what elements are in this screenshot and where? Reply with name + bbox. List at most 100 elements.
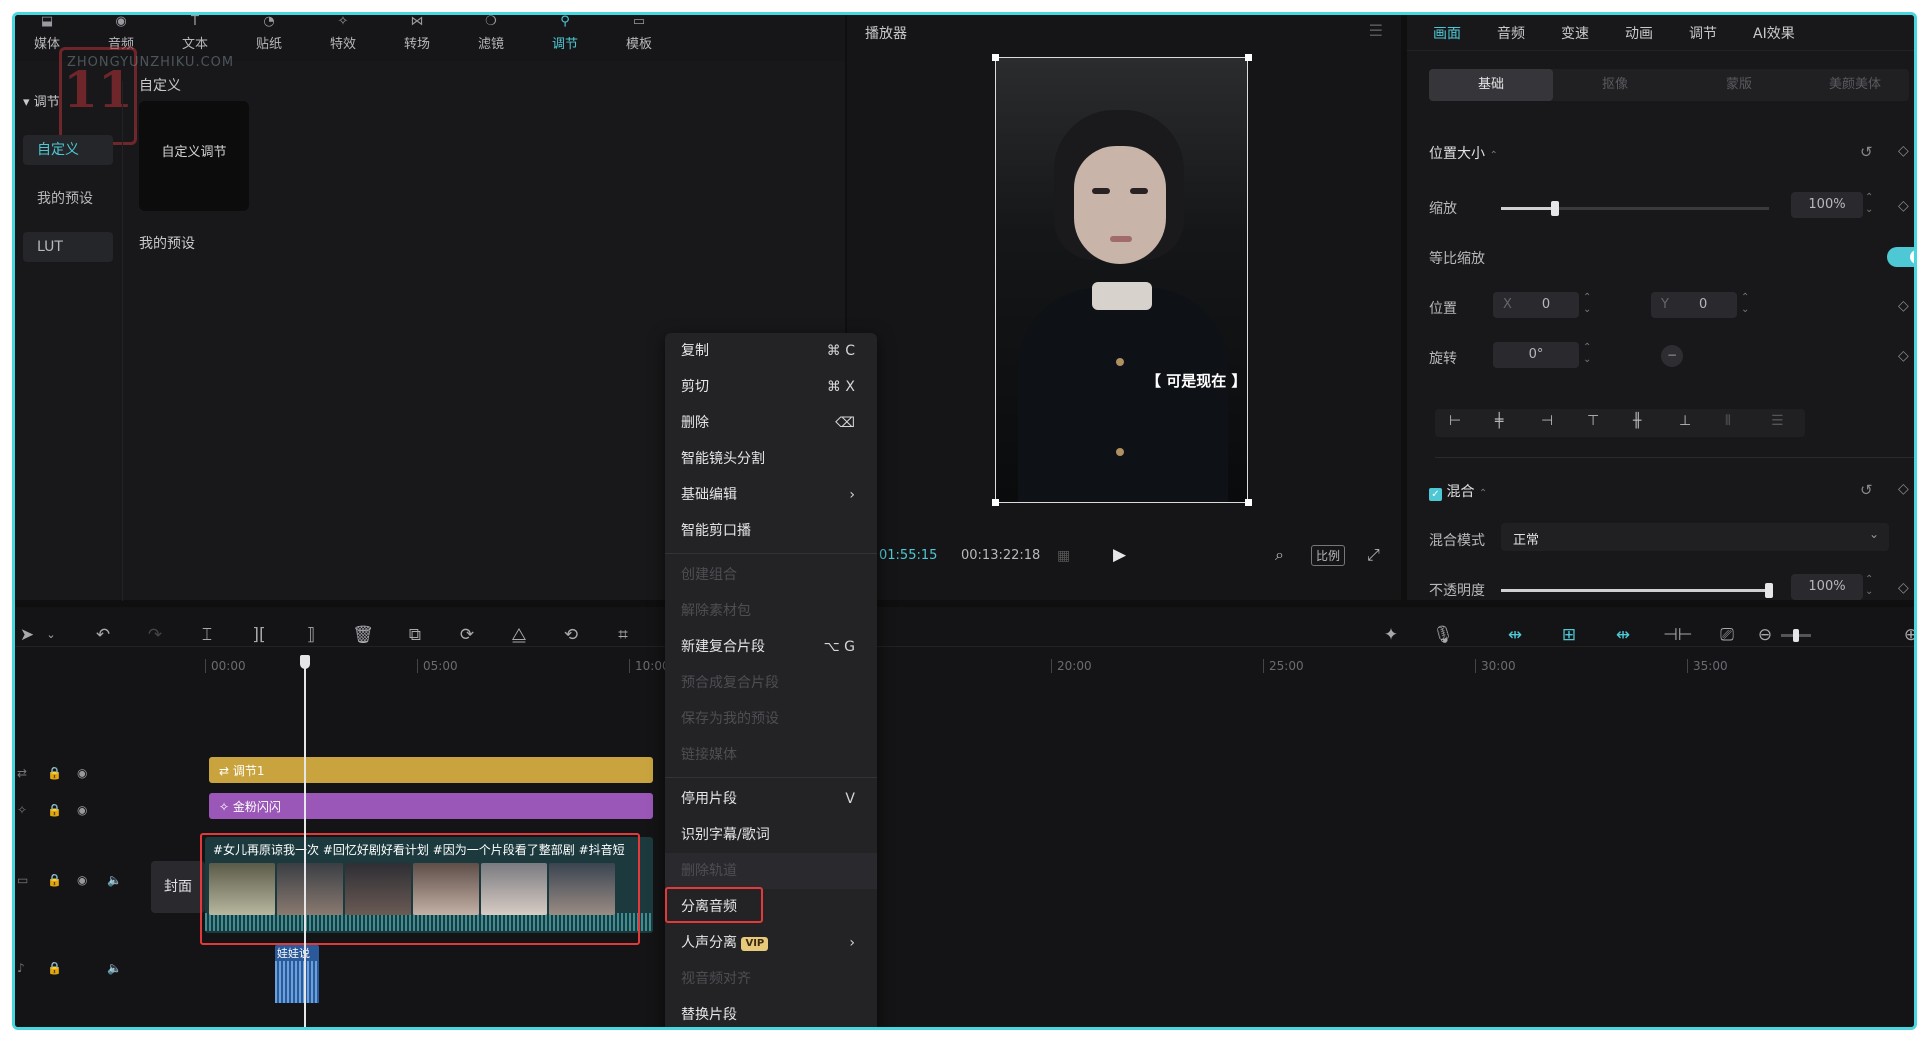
delete-icon[interactable]: 🗑 bbox=[351, 623, 375, 647]
crop-icon[interactable]: ⌗ bbox=[611, 623, 635, 647]
snap-icon[interactable]: ⊞ bbox=[1557, 623, 1581, 647]
tab-ai-effects[interactable]: AI效果 bbox=[1753, 23, 1795, 43]
reverse-icon[interactable]: ⟳ bbox=[455, 623, 479, 647]
toolbar-text[interactable]: T 文本 bbox=[165, 15, 225, 55]
keyframe-icon[interactable]: ◇ bbox=[1898, 348, 1909, 364]
menu-item-copy[interactable]: 复制 ⌘ C bbox=[665, 333, 877, 369]
ratio-button[interactable]: 比例 bbox=[1311, 545, 1346, 566]
align-right-icon[interactable]: ⊣ bbox=[1541, 413, 1553, 429]
freeze-icon[interactable]: ⧉ bbox=[403, 623, 427, 647]
custom-adjust-card[interactable]: 自定义调节 bbox=[139, 101, 249, 211]
uniform-scale-toggle[interactable] bbox=[1887, 247, 1914, 267]
subtab-beauty[interactable]: 美颜美体 bbox=[1801, 69, 1909, 101]
speaker-icon[interactable]: 🔈 bbox=[107, 873, 122, 887]
position-y-stepper-icon[interactable]: ⌃ ⌄ bbox=[1741, 292, 1749, 316]
redo-icon[interactable]: ↷ bbox=[143, 623, 167, 647]
opacity-stepper-icon[interactable]: ⌃ ⌄ bbox=[1865, 574, 1873, 598]
fullscreen-icon[interactable]: ⤢ bbox=[1367, 545, 1380, 565]
position-size-title[interactable]: 位置大小 ⌃ bbox=[1429, 143, 1498, 163]
opacity-value-field[interactable]: 100% bbox=[1791, 574, 1863, 600]
lock-icon[interactable]: 🔒 bbox=[47, 803, 62, 817]
microphone-icon[interactable]: 🎙 bbox=[1431, 623, 1455, 647]
keyframe-icon[interactable]: ◇ bbox=[1898, 481, 1909, 497]
toolbar-transition[interactable]: ⋈ 转场 bbox=[387, 15, 447, 55]
menu-item-delete[interactable]: 删除 ⌫ bbox=[665, 405, 877, 441]
tab-picture[interactable]: 画面 bbox=[1433, 23, 1461, 43]
keyframe-icon[interactable]: ◇ bbox=[1898, 143, 1909, 159]
rotate-icon[interactable]: ⟲ bbox=[559, 623, 583, 647]
zoom-slider[interactable] bbox=[1781, 629, 1811, 642]
toolbar-template[interactable]: ▭ 模板 bbox=[609, 15, 669, 55]
blend-checkbox[interactable]: ✓ bbox=[1429, 488, 1442, 501]
sidebar-item-custom[interactable]: 自定义 bbox=[23, 135, 113, 165]
resize-handle[interactable] bbox=[1245, 54, 1252, 61]
rotate-stepper-icon[interactable]: ⌃ ⌄ bbox=[1583, 342, 1591, 366]
zoom-in-icon[interactable]: ⊕ bbox=[1899, 623, 1914, 647]
tab-animation[interactable]: 动画 bbox=[1625, 23, 1653, 43]
sidebar-item-lut[interactable]: LUT bbox=[23, 232, 113, 262]
menu-item-replace-clip[interactable]: 替换片段 bbox=[665, 997, 877, 1027]
scale-stepper-icon[interactable]: ⌃ ⌄ bbox=[1865, 192, 1873, 216]
eye-icon[interactable]: ◉ bbox=[77, 766, 87, 780]
distribute-h-icon[interactable]: ⫴ bbox=[1725, 413, 1731, 429]
zoom-out-icon[interactable]: ⊖ bbox=[1753, 623, 1777, 647]
toolbar-sticker[interactable]: ◔ 贴纸 bbox=[239, 15, 299, 55]
menu-item-disable-clip[interactable]: 停用片段 V bbox=[665, 781, 877, 817]
scale-slider-knob[interactable] bbox=[1551, 201, 1559, 216]
align-top-icon[interactable]: ⊤ bbox=[1587, 413, 1599, 429]
select-tool-icon[interactable]: ➤ bbox=[15, 623, 39, 647]
menu-item-recognize-subtitles[interactable]: 识别字幕/歌词 bbox=[665, 817, 877, 853]
opacity-slider[interactable] bbox=[1501, 583, 1773, 598]
align-center-v-icon[interactable]: ╫ bbox=[1633, 413, 1641, 429]
preview-axis-icon[interactable]: ⎚ bbox=[1715, 623, 1739, 647]
opacity-slider-knob[interactable] bbox=[1765, 583, 1773, 598]
subtab-mask[interactable]: 蒙版 bbox=[1677, 69, 1801, 101]
player-menu-icon[interactable]: ☰ bbox=[1369, 21, 1383, 40]
trim-right-icon[interactable]: ⟧ bbox=[299, 623, 323, 647]
speaker-icon[interactable]: 🔈 bbox=[107, 961, 122, 975]
split-preview-icon[interactable]: ⊣⊢ bbox=[1663, 623, 1693, 647]
eye-icon[interactable]: ◉ bbox=[77, 873, 87, 887]
sidebar-item-my-presets[interactable]: 我的预设 bbox=[23, 184, 113, 214]
toolbar-effects[interactable]: ✧ 特效 bbox=[313, 15, 373, 55]
audio-clip[interactable]: 娃娃说 bbox=[275, 945, 319, 1003]
resize-handle[interactable] bbox=[1245, 499, 1252, 506]
rotate-field[interactable]: 0° bbox=[1493, 342, 1579, 368]
position-x-stepper-icon[interactable]: ⌃ ⌄ bbox=[1583, 292, 1591, 316]
video-preview[interactable]: 【 可是现在 】 bbox=[995, 57, 1248, 503]
menu-item-new-compound[interactable]: 新建复合片段 ⌥ G bbox=[665, 629, 877, 665]
keyframe-icon[interactable]: ◇ bbox=[1898, 198, 1909, 214]
lock-icon[interactable]: 🔒 bbox=[47, 961, 62, 975]
sidebar-group-adjust[interactable]: ▾ 调节 bbox=[23, 91, 60, 110]
menu-item-smart-split[interactable]: 智能镜头分割 bbox=[665, 441, 877, 477]
toolbar-filter[interactable]: ❍ 滤镜 bbox=[461, 15, 521, 55]
toolbar-adjust[interactable]: ⚲ 调节 bbox=[535, 15, 595, 55]
menu-item-smart-cut[interactable]: 智能剪口播 bbox=[665, 513, 877, 549]
adjust-clip[interactable]: ⇄ 调节1 bbox=[209, 757, 653, 783]
screenshot-icon[interactable]: ⌕ bbox=[1275, 545, 1284, 565]
resize-handle[interactable] bbox=[992, 499, 999, 506]
menu-item-vocal-separation[interactable]: 人声分离 VIP › bbox=[665, 925, 877, 961]
subtab-cutout[interactable]: 抠像 bbox=[1553, 69, 1677, 101]
undo-icon[interactable]: ↶ bbox=[91, 623, 115, 647]
reset-icon[interactable]: ↺ bbox=[1860, 143, 1873, 161]
play-icon[interactable]: ▶ bbox=[1113, 545, 1126, 565]
scale-slider[interactable] bbox=[1501, 201, 1769, 216]
distribute-v-icon[interactable]: ☰ bbox=[1771, 413, 1784, 429]
rotate-dial-icon[interactable]: − bbox=[1661, 345, 1683, 367]
align-bottom-icon[interactable]: ⊥ bbox=[1679, 413, 1691, 429]
blend-mode-select[interactable]: 正常 ⌄ bbox=[1501, 523, 1889, 551]
keyframe-icon[interactable]: ◇ bbox=[1898, 298, 1909, 314]
lock-icon[interactable]: 🔒 bbox=[47, 873, 62, 887]
align-left-icon[interactable]: ⊢ bbox=[1449, 413, 1461, 429]
tab-audio[interactable]: 音频 bbox=[1497, 23, 1525, 43]
position-x-field[interactable]: X0 bbox=[1493, 292, 1579, 318]
cover-button[interactable]: 封面 bbox=[151, 861, 205, 913]
reset-icon[interactable]: ↺ bbox=[1860, 481, 1873, 499]
tab-speed[interactable]: 变速 bbox=[1561, 23, 1589, 43]
scale-value-field[interactable]: 100% bbox=[1791, 192, 1863, 218]
effect-clip[interactable]: ✧ 金粉闪闪 bbox=[209, 793, 653, 819]
chevron-down-icon[interactable]: ⌄ bbox=[39, 623, 63, 647]
position-y-field[interactable]: Y0 bbox=[1651, 292, 1737, 318]
tab-adjust[interactable]: 调节 bbox=[1689, 23, 1717, 43]
